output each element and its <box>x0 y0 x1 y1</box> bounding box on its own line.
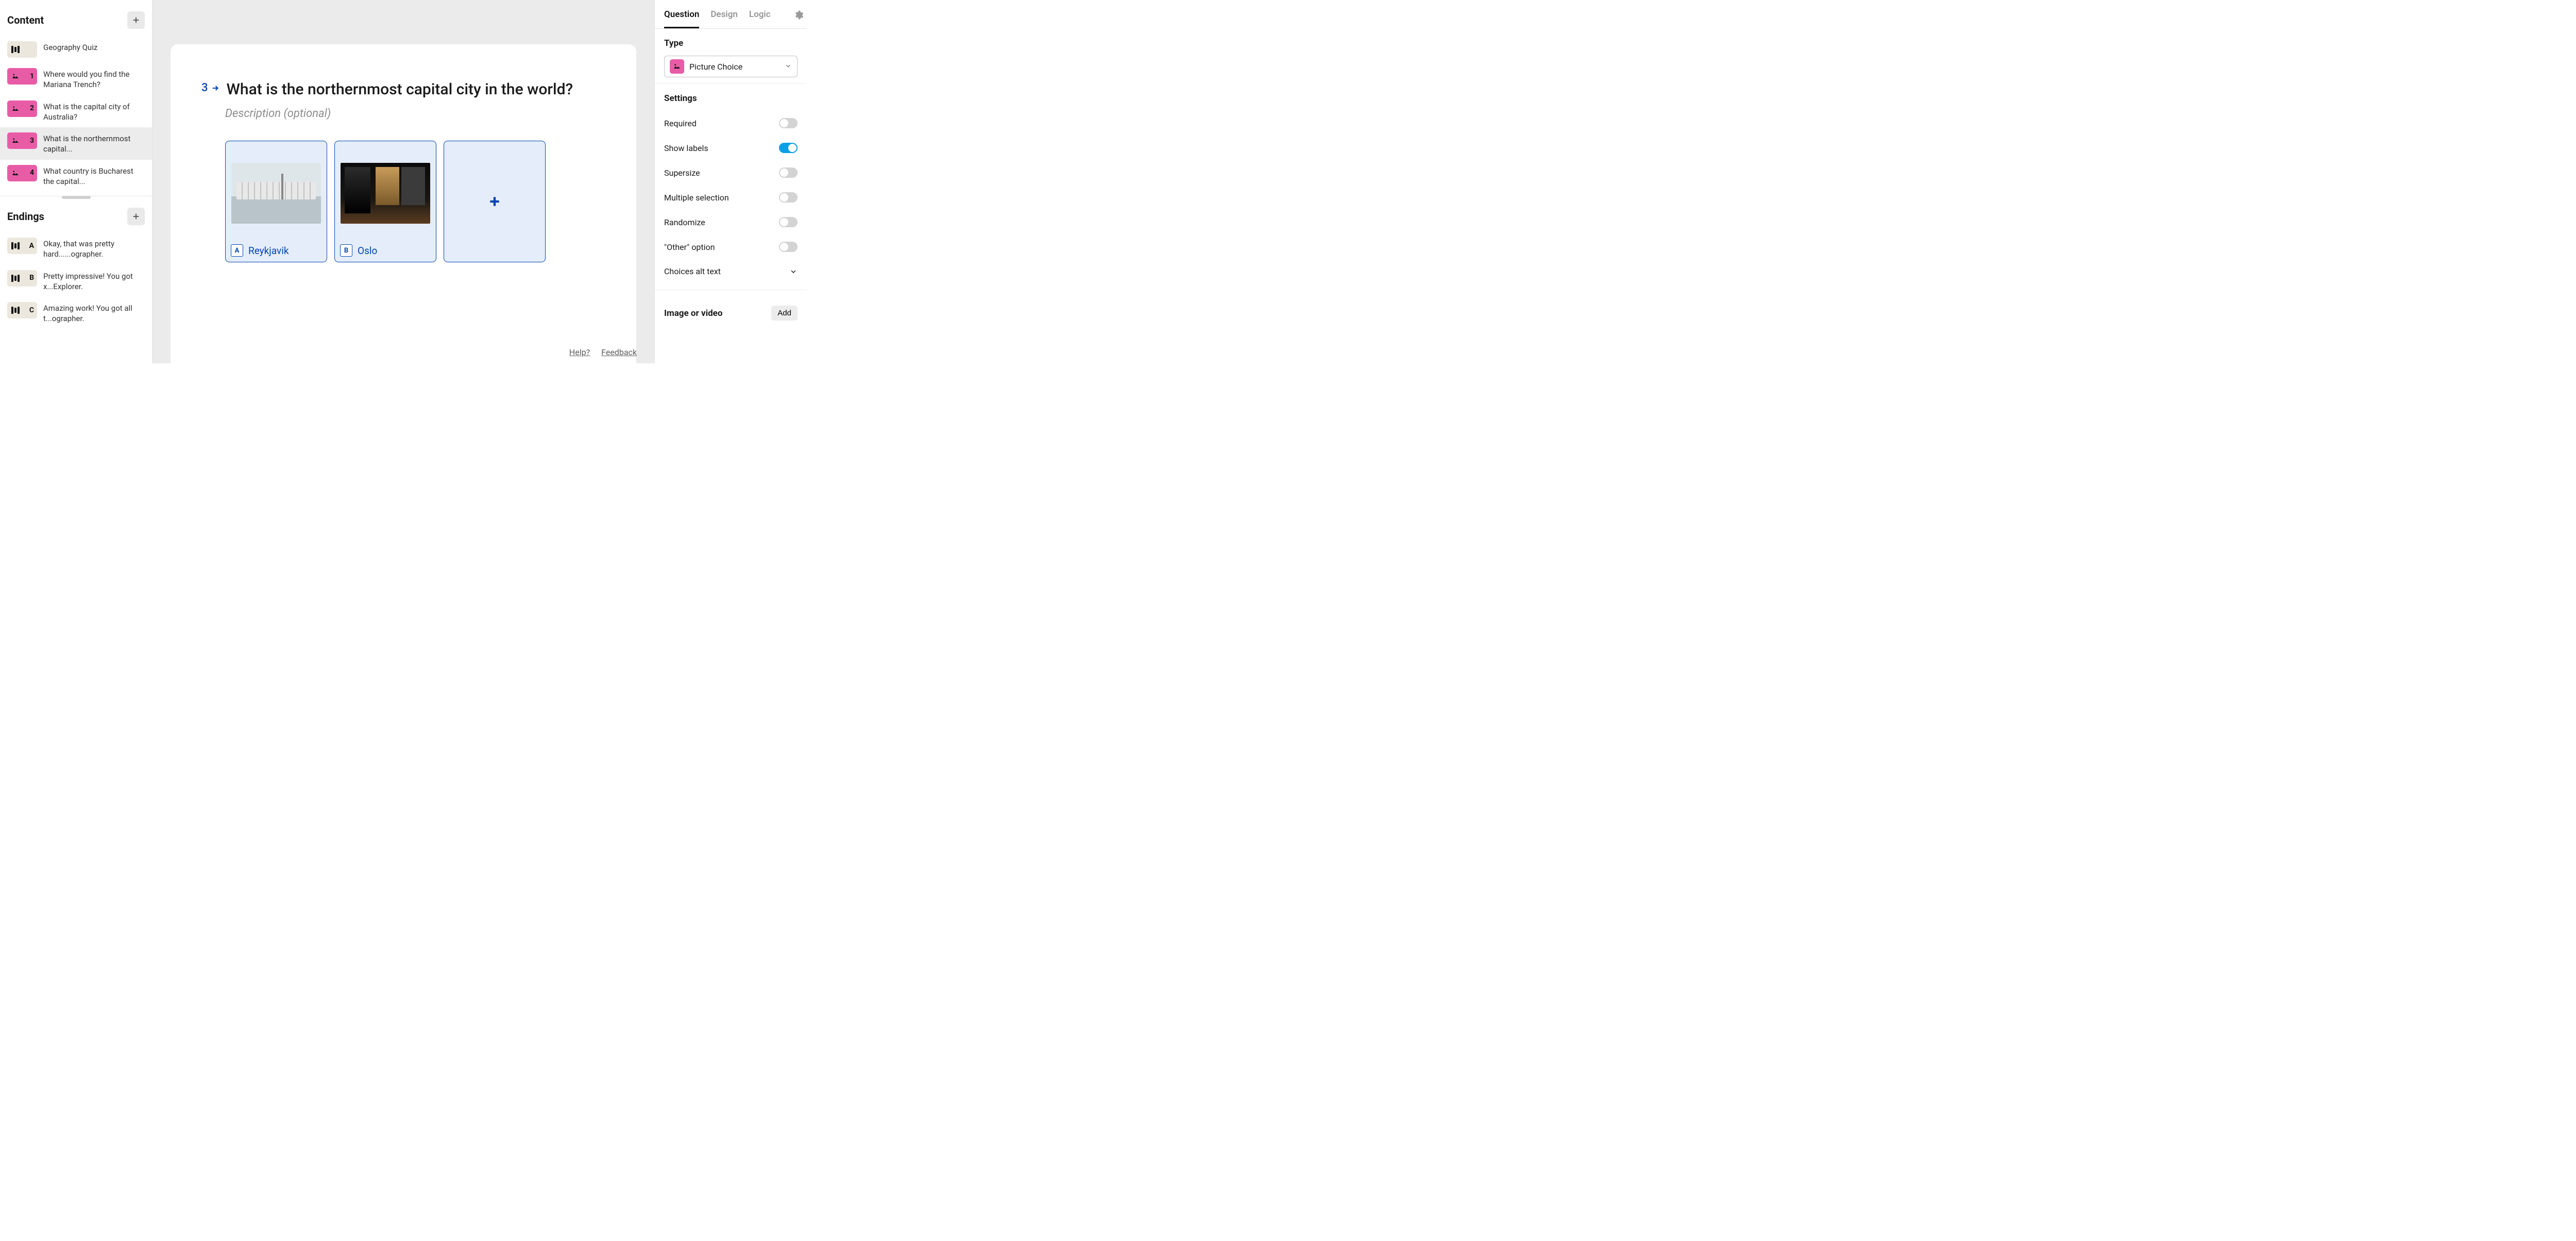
picture-choice-icon: 2 <box>7 100 37 117</box>
sidebar-item-q1[interactable]: 1 Where would you find the Mariana Trenc… <box>0 63 152 95</box>
tab-logic[interactable]: Logic <box>749 9 771 28</box>
editor-canvas: 3 What is the northernmost capital city … <box>152 0 654 363</box>
toggle-other-option[interactable] <box>779 242 798 252</box>
sidebar-item-q4[interactable]: 4 What country is Bucharest the capital.… <box>0 160 152 192</box>
sidebar-item-label: Geography Quiz <box>43 41 97 53</box>
choice-a[interactable]: A Reykjavik <box>225 141 327 262</box>
add-content-button[interactable] <box>127 11 145 29</box>
picture-choice-icon <box>670 59 684 74</box>
toggle-randomize[interactable] <box>779 217 798 227</box>
settings-panel: Question Design Logic Type Picture Choic… <box>654 0 807 363</box>
toggle-show-labels[interactable] <box>779 143 798 153</box>
tab-design[interactable]: Design <box>710 9 738 28</box>
toggle-multiple-selection[interactable] <box>779 192 798 203</box>
feedback-link[interactable]: Feedback <box>601 347 637 357</box>
question-title-input[interactable]: What is the northernmost capital city in… <box>227 80 573 99</box>
image-video-heading: Image or video <box>664 308 722 318</box>
question-card: 3 What is the northernmost capital city … <box>171 44 636 363</box>
add-ending-button[interactable] <box>127 208 145 225</box>
chevron-down-icon <box>785 62 792 72</box>
sidebar-item-label: Pretty impressive! You got x...Explorer. <box>43 270 145 292</box>
question-description-input[interactable]: Description (optional) <box>225 107 605 120</box>
choice-key: A <box>231 244 243 257</box>
settings-heading: Settings <box>664 93 798 104</box>
sidebar-item-label: What country is Bucharest the capital... <box>43 165 145 187</box>
toggle-supersize[interactable] <box>779 167 798 178</box>
sidebar-content: Content Geography Quiz 1 Where would you… <box>0 0 152 363</box>
sidebar-item-ending-a[interactable]: A Okay, that was pretty hard......ograph… <box>0 232 152 265</box>
sidebar-item-label: What is the northernmost capital... <box>43 132 145 155</box>
picture-choice-icon: 3 <box>7 132 37 149</box>
type-value-label: Picture Choice <box>689 62 742 72</box>
content-heading: Content <box>7 14 44 26</box>
choice-b[interactable]: B Oslo <box>334 141 436 262</box>
choices-alt-text-expand[interactable]: Choices alt text <box>664 259 798 283</box>
ending-screen-icon: C <box>7 302 37 318</box>
gear-icon <box>793 10 804 20</box>
setting-supersize-label: Supersize <box>664 168 700 178</box>
picture-choice-icon: 4 <box>7 165 37 181</box>
welcome-screen-icon <box>7 41 37 58</box>
setting-multiple-label: Multiple selection <box>664 193 729 203</box>
chevron-down-icon <box>789 267 798 276</box>
sidebar-item-label: What is the capital city of Australia? <box>43 100 145 123</box>
question-number: 3 <box>201 80 219 94</box>
setting-randomize-label: Randomize <box>664 217 705 227</box>
sidebar-item-q3[interactable]: 3 What is the northernmost capital... <box>0 127 152 160</box>
add-image-video-button[interactable]: Add <box>771 306 798 321</box>
choice-image-placeholder <box>231 163 321 224</box>
sidebar-item-label: Where would you find the Mariana Trench? <box>43 68 145 90</box>
plus-icon <box>488 195 501 208</box>
choice-label-text[interactable]: Oslo <box>358 245 377 257</box>
setting-required-label: Required <box>664 119 697 128</box>
sidebar-item-q2[interactable]: 2 What is the capital city of Australia? <box>0 95 152 128</box>
sidebar-item-intro[interactable]: Geography Quiz <box>0 36 152 63</box>
choice-label-text[interactable]: Reykjavik <box>248 245 289 257</box>
picture-choice-icon: 1 <box>7 68 37 85</box>
help-link[interactable]: Help? <box>569 347 590 357</box>
setting-other-label: "Other" option <box>664 242 715 252</box>
add-choice-button[interactable] <box>444 141 546 262</box>
tab-question[interactable]: Question <box>664 9 699 28</box>
sidebar-item-ending-c[interactable]: C Amazing work! You got all t...ographer… <box>0 297 152 329</box>
choice-key: B <box>340 244 352 257</box>
sidebar-item-ending-b[interactable]: B Pretty impressive! You got x...Explore… <box>0 265 152 297</box>
ending-screen-icon: A <box>7 238 37 254</box>
arrow-right-icon <box>211 84 219 92</box>
toggle-required[interactable] <box>779 118 798 128</box>
question-type-select[interactable]: Picture Choice <box>664 56 798 77</box>
type-heading: Type <box>664 38 798 48</box>
sidebar-item-label: Okay, that was pretty hard......ographer… <box>43 238 145 260</box>
settings-gear-button[interactable] <box>793 10 804 28</box>
setting-show-labels-label: Show labels <box>664 143 708 153</box>
endings-heading: Endings <box>7 210 44 223</box>
sidebar-item-label: Amazing work! You got all t...ographer. <box>43 302 145 324</box>
ending-screen-icon: B <box>7 270 37 287</box>
choice-image-placeholder <box>341 163 430 224</box>
